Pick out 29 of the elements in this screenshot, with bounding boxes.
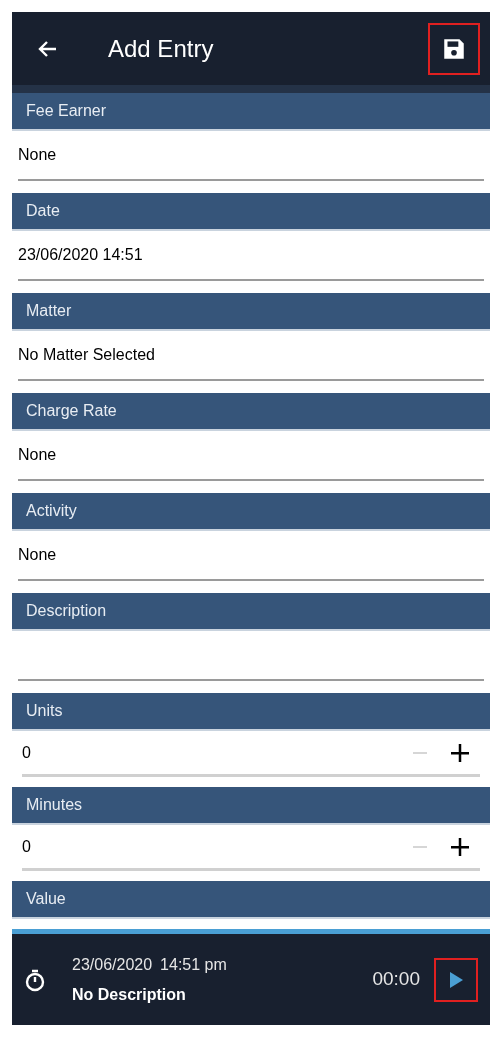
minus-icon (413, 751, 427, 754)
section-header: Activity (12, 493, 490, 531)
plus-icon (451, 837, 469, 856)
input-field[interactable]: None (18, 531, 484, 581)
input-field[interactable]: None (18, 131, 484, 181)
timer-description: No Description (72, 984, 187, 1005)
timer-date: 23/06/2020 (72, 954, 153, 975)
input-field[interactable]: None (18, 431, 484, 481)
section-header: Minutes (12, 787, 490, 825)
minus-icon (413, 845, 427, 848)
field-value: 0 (22, 836, 32, 857)
stopwatch-icon (24, 967, 46, 992)
play-icon (448, 970, 464, 989)
timer-time: 14:51 pm (160, 954, 227, 975)
section-header: Date (12, 193, 490, 231)
play-button[interactable] (434, 957, 478, 1002)
input-field[interactable]: No Matter Selected (18, 331, 484, 381)
screen-title: Add Entry (108, 33, 215, 64)
section-header: Fee Earner (12, 93, 490, 131)
section-header: Matter (12, 293, 490, 331)
elapsed-time: 00:00 (372, 967, 420, 992)
section-header: Units (12, 693, 490, 731)
input-field[interactable]: 23/06/2020 14:51 (18, 231, 484, 281)
section-header: Description (12, 593, 490, 631)
section-header: Value (12, 881, 490, 919)
section-header: Charge Rate (12, 393, 490, 431)
plus-icon (451, 743, 469, 762)
save-button[interactable] (428, 22, 480, 75)
field-value: 0 (22, 742, 32, 763)
